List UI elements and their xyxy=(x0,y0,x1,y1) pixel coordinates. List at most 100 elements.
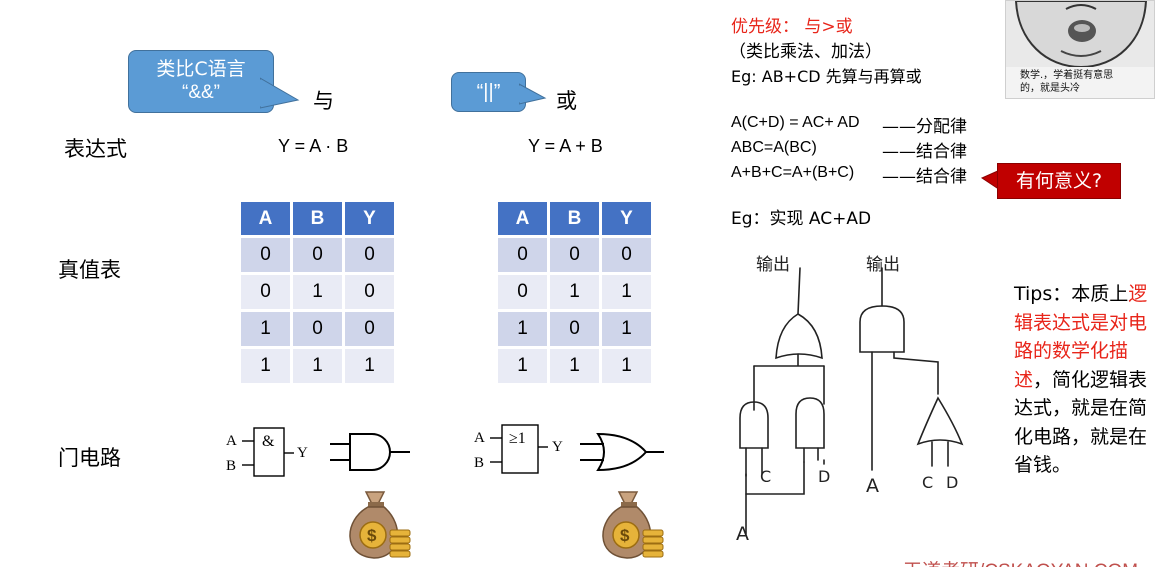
table-cell: 1 xyxy=(241,349,290,383)
and-gate-out-y: Y xyxy=(297,445,308,461)
table-cell: 0 xyxy=(550,312,599,346)
meme-caption-line2: 的，就是头冷 xyxy=(1020,83,1080,94)
and-expression: Y = A · B xyxy=(278,136,349,156)
sketch-label-a-right: A xyxy=(866,475,879,497)
money-bag-icon: $ xyxy=(602,491,664,559)
table-cell: 0 xyxy=(550,238,599,272)
or-table-header: B xyxy=(550,202,599,235)
table-cell: 0 xyxy=(602,238,651,272)
table-row: 1 0 1 xyxy=(498,312,651,346)
table-cell: 1 xyxy=(293,349,342,383)
table-cell: 0 xyxy=(293,312,342,346)
table-cell: 0 xyxy=(498,238,547,272)
table-cell: 0 xyxy=(345,238,394,272)
table-row: 0 1 1 xyxy=(498,275,651,309)
table-cell: 1 xyxy=(550,275,599,309)
priority-note: （类比乘法、加法） xyxy=(729,42,882,62)
callout-c-and-line1: 类比C语言 xyxy=(156,58,246,80)
sketch-label-c2: C xyxy=(922,473,933,492)
and-gate-in-a: A xyxy=(226,433,237,449)
table-cell: 0 xyxy=(293,238,342,272)
table-cell: 0 xyxy=(345,275,394,309)
callout-c-and-line2: “&&” xyxy=(182,82,220,103)
table-cell: 1 xyxy=(498,349,547,383)
table-row: 0 0 0 xyxy=(498,238,651,272)
law-associative-and-expr: ABC=A(BC) xyxy=(731,139,817,156)
table-row: 1 1 1 xyxy=(241,349,394,383)
callout-c-or-tail xyxy=(519,83,547,105)
sketch-label-a-left: A xyxy=(736,523,749,545)
and-gate-iec-symbol: & A B Y xyxy=(226,427,308,477)
or-gate-distinctive-symbol xyxy=(580,432,664,472)
money-bag-icon: $ xyxy=(349,491,411,559)
or-gate-iec-symbol: ≥1 A B Y xyxy=(474,424,563,474)
or-table-header: A xyxy=(498,202,547,235)
callout-c-and-tail xyxy=(260,77,300,109)
law-associative-or-name: ——结合律 xyxy=(882,167,967,187)
table-cell: 1 xyxy=(498,312,547,346)
table-cell: 0 xyxy=(241,238,290,272)
and-table-header: Y xyxy=(345,202,394,235)
law-distributive-name: ——分配律 xyxy=(882,117,967,137)
law-associative-or-expr: A+B+C=A+(B+C) xyxy=(731,164,855,181)
callout-c-or-text: “||” xyxy=(476,81,501,103)
law-distributive-expr: A(C+D) = AC+ AD xyxy=(731,114,860,131)
callout-c-or: “||” xyxy=(451,72,526,112)
table-row: 0 0 0 xyxy=(241,238,394,272)
eg-ab-cd: Eg: AB+CD 先算与再算或 xyxy=(731,67,922,86)
table-cell: 1 xyxy=(241,312,290,346)
table-cell: 0 xyxy=(345,312,394,346)
or-gate-in-b: B xyxy=(474,455,484,471)
table-cell: 0 xyxy=(241,275,290,309)
table-row: 0 1 0 xyxy=(241,275,394,309)
expression-row-label: 表达式 xyxy=(64,137,127,161)
and-table-header-row: A B Y xyxy=(241,202,394,235)
table-cell: 1 xyxy=(602,312,651,346)
law-associative-and-name: ——结合律 xyxy=(882,142,967,162)
or-gate-in-a: A xyxy=(474,430,485,446)
or-column-title: 或 xyxy=(556,89,577,113)
meme-face-icon xyxy=(1006,1,1154,67)
handdrawn-circuit-sketch: 输出 输出 C D A A C D xyxy=(736,255,964,545)
and-gate-in-b: B xyxy=(226,458,236,474)
and-table-header: A xyxy=(241,202,290,235)
tips-prefix: Tips：本质上 xyxy=(1014,283,1129,305)
money-bag-dollar: $ xyxy=(620,526,630,545)
table-cell: 1 xyxy=(550,349,599,383)
priority-line: 优先级： 与>或 xyxy=(731,17,853,37)
and-table-header: B xyxy=(293,202,342,235)
and-gate-symbol-text: & xyxy=(262,433,275,450)
meme-image: 数学.，学着挺有意思 的，就是头冷 xyxy=(1005,0,1155,99)
or-truth-table: A B Y 0 0 0 0 1 1 1 0 1 1 1 1 xyxy=(495,199,654,386)
callout-c-and: 类比C语言 “&&” xyxy=(128,50,274,113)
table-cell: 1 xyxy=(345,349,394,383)
and-truth-table: A B Y 0 0 0 0 1 0 1 0 0 1 1 1 xyxy=(238,199,397,386)
meme-caption-line1: 数学.，学着挺有意思 xyxy=(1020,70,1114,81)
table-cell: 1 xyxy=(293,275,342,309)
sketch-output-left: 输出 xyxy=(756,255,790,275)
table-row: 1 1 1 xyxy=(498,349,651,383)
and-gate-distinctive-symbol xyxy=(330,433,410,471)
money-bag-dollar: $ xyxy=(367,526,377,545)
table-cell: 1 xyxy=(602,349,651,383)
footer-brand: 王道考研/CSKAOYAN.COM xyxy=(903,556,1138,567)
tips-paragraph: Tips：本质上逻辑表达式是对电路的数学化描述，简化逻辑表达式，就是在简化电路，… xyxy=(1014,280,1159,480)
meme-caption: 数学.，学着挺有意思 的，就是头冷 xyxy=(1020,69,1113,95)
sketch-label-d: D xyxy=(818,467,830,486)
table-cell: 1 xyxy=(602,275,651,309)
meaning-callout-text: 有何意义? xyxy=(1015,170,1103,192)
or-expression: Y = A + B xyxy=(528,136,603,156)
meaning-callout: 有何意义? xyxy=(997,163,1121,199)
eg-ac-ad: Eg：实现 AC+AD xyxy=(731,209,872,229)
table-row: 1 0 0 xyxy=(241,312,394,346)
sketch-label-c: C xyxy=(760,467,771,486)
or-gate-symbol-text: ≥1 xyxy=(509,430,526,447)
table-cell: 0 xyxy=(498,275,547,309)
sketch-output-right: 输出 xyxy=(866,255,900,275)
sketch-label-d2: D xyxy=(946,473,958,492)
and-column-title: 与 xyxy=(313,89,334,113)
tips-suffix: ，简化逻辑表达式，就是在简化电路，就是在省钱。 xyxy=(1014,368,1148,477)
truth-table-row-label: 真值表 xyxy=(58,258,121,282)
or-table-header: Y xyxy=(602,202,651,235)
or-table-header-row: A B Y xyxy=(498,202,651,235)
